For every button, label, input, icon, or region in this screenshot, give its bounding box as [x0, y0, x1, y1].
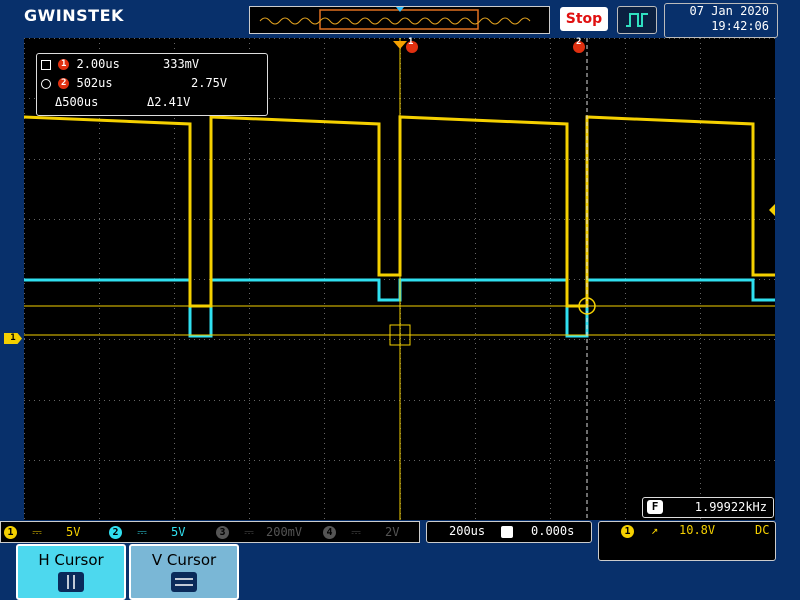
frequency-counter: F 1.99922kHz — [642, 497, 774, 518]
channel-status-bar: 1 ⎓ 5V 2 ⎓ 5V 3 ⎓ 200mV 4 ⎓ 2V — [0, 521, 420, 543]
cursor-2-time: 502us — [76, 76, 113, 90]
ch1-icon: 1 — [4, 526, 17, 539]
timebase-panel[interactable]: 200us 0.000s — [426, 521, 592, 543]
h-cursor-button[interactable]: H Cursor — [16, 544, 126, 600]
v-cursor-icon — [171, 572, 197, 592]
ch3-scale: 200mV — [266, 525, 303, 539]
cursor-row-1: 1 2.00us 333mV — [41, 56, 199, 72]
waveform-overview[interactable] — [249, 6, 550, 34]
v-cursor-button[interactable]: V Cursor — [129, 544, 239, 600]
cursor-1-time: 2.00us — [76, 57, 120, 71]
ch1-scale: 5V — [66, 525, 81, 539]
time-text: 19:42:06 — [711, 19, 769, 33]
v-cursor-label: V Cursor — [151, 551, 217, 569]
cursor-row-2: 2 502us 2.75V — [41, 75, 227, 91]
ch1-level-marker[interactable]: 1 — [4, 333, 22, 344]
pulse-wave-icon[interactable] — [617, 6, 657, 34]
horizontal-position-icon — [501, 526, 513, 538]
frequency-icon: F — [647, 500, 663, 514]
brand-logo: GWINSTEK — [24, 6, 124, 25]
ch2-icon: 2 — [109, 526, 122, 539]
run-stop-button[interactable]: Stop — [560, 7, 608, 31]
dc-coupling-icon: ⎓ — [137, 525, 147, 539]
cursor-1-label: 1 — [408, 37, 414, 47]
circle-icon — [41, 78, 51, 89]
cursor-row-delta: Δ500us Δ2.41V — [55, 94, 190, 110]
dc-coupling-icon: ⎓ — [244, 525, 254, 539]
ch4-status[interactable]: 4 ⎓ 2V — [323, 522, 399, 542]
ch4-scale: 2V — [385, 525, 400, 539]
rising-edge-icon: ↗ — [651, 523, 659, 537]
cursor-1-icon: 1 — [58, 59, 70, 70]
square-icon — [41, 59, 51, 70]
dc-coupling-icon: ⎓ — [351, 525, 361, 539]
cursor-delta-time: Δ500us — [55, 95, 99, 109]
trigger-level: 10.8V — [679, 523, 716, 537]
cursor-1-marker[interactable]: 1 — [393, 37, 423, 57]
trigger-coupling: DC — [755, 523, 770, 537]
date-time-display: 07 Jan 2020 19:42:06 — [664, 3, 778, 38]
timebase-scale: 200us — [449, 524, 486, 538]
date-text: 07 Jan 2020 — [689, 4, 769, 18]
ch3-status[interactable]: 3 ⎓ 200mV — [216, 522, 302, 542]
timebase-position: 0.000s — [531, 524, 575, 538]
h-cursor-label: H Cursor — [38, 551, 104, 569]
trigger-level-marker — [769, 204, 775, 216]
ch3-icon: 3 — [216, 526, 229, 539]
ch2-scale: 5V — [171, 525, 186, 539]
ch2-status[interactable]: 2 ⎓ 5V — [109, 522, 185, 542]
overview-waveform — [259, 7, 531, 30]
frequency-value: 1.99922kHz — [694, 500, 767, 514]
ch4-icon: 4 — [323, 526, 336, 539]
cursor-1-value: 333mV — [163, 57, 200, 71]
trigger-source-icon: 1 — [621, 525, 634, 538]
cursor-2-label: 2 — [576, 37, 582, 47]
cursor-readout-panel: 1 2.00us 333mV 2 502us 2.75V Δ500us Δ2.4… — [36, 53, 268, 116]
cursor-2-marker[interactable]: 2 — [573, 37, 587, 57]
h-cursor-icon — [58, 572, 84, 592]
ch1-status[interactable]: 1 ⎓ 5V — [4, 522, 80, 542]
cursor-2-value: 2.75V — [191, 76, 228, 90]
cursor-2-icon: 2 — [58, 78, 70, 89]
cursor-delta-value: Δ2.41V — [147, 95, 191, 109]
trigger-panel[interactable]: 1 ↗ 10.8V DC — [598, 521, 776, 561]
dc-coupling-icon: ⎓ — [32, 525, 42, 539]
